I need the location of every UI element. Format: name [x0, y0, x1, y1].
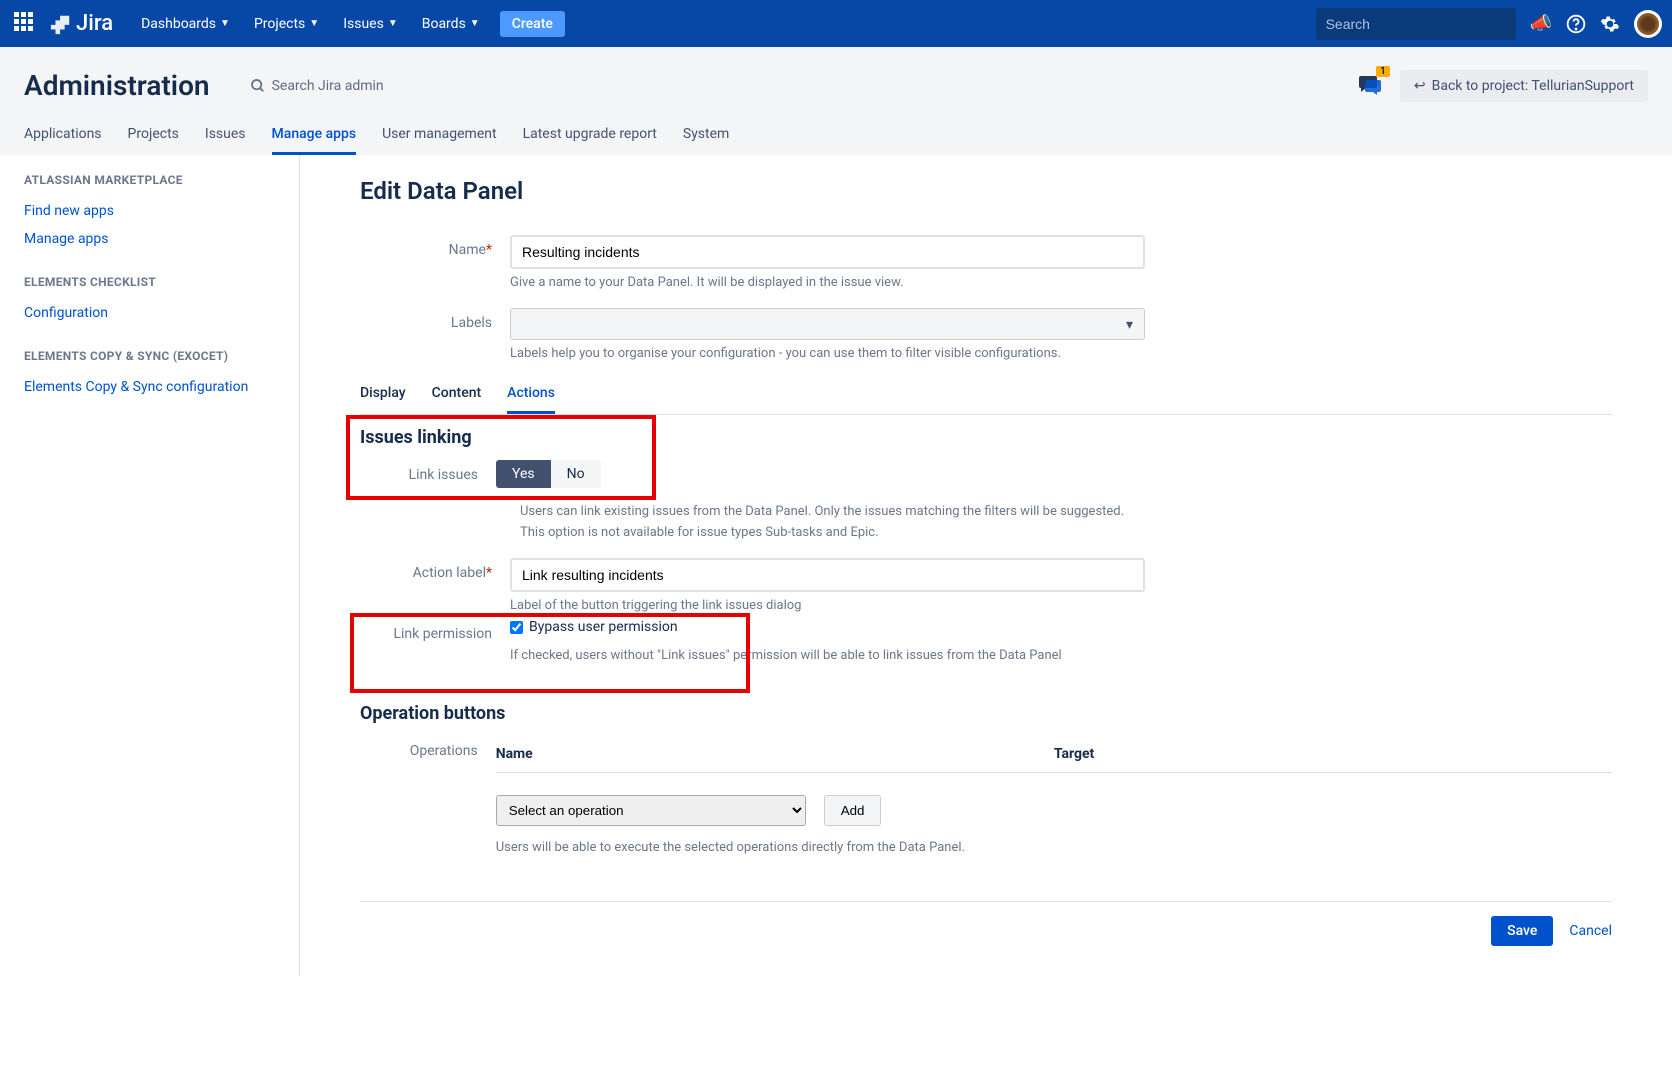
add-operation-button[interactable]: Add	[824, 795, 882, 826]
sidebar-section-copy-sync: ELEMENTS COPY & SYNC (EXOCET)	[24, 349, 275, 363]
inner-tab-actions[interactable]: Actions	[507, 379, 555, 414]
back-to-project-link[interactable]: ↩ Back to project: TellurianSupport	[1400, 70, 1648, 102]
sidebar-find-new-apps[interactable]: Find new apps	[24, 197, 275, 225]
name-input[interactable]	[510, 235, 1145, 269]
col-name: Name	[496, 736, 1054, 773]
nav-boards[interactable]: Boards▼	[412, 10, 490, 38]
chevron-down-icon: ▼	[470, 18, 480, 29]
admin-search-text: Search Jira admin	[272, 78, 384, 94]
sidebar-copy-sync-config[interactable]: Elements Copy & Sync configuration	[24, 373, 275, 401]
highlight-issues-linking: Issues linking Link issues Yes No	[346, 415, 656, 500]
inner-tabs: Display Content Actions	[360, 379, 1612, 415]
settings-icon[interactable]	[1600, 14, 1620, 34]
back-link-text: Back to project: TellurianSupport	[1432, 78, 1634, 94]
link-issues-yes[interactable]: Yes	[496, 460, 551, 488]
bypass-permission-text: Bypass user permission	[529, 619, 678, 635]
main: ATLASSIAN MARKETPLACE Find new apps Mana…	[0, 155, 1672, 976]
sidebar-manage-apps[interactable]: Manage apps	[24, 225, 275, 253]
name-label: Name*	[360, 235, 510, 258]
tab-user-management[interactable]: User management	[382, 126, 496, 155]
help-icon[interactable]	[1566, 14, 1586, 34]
name-hint: Give a name to your Data Panel. It will …	[510, 275, 1145, 290]
nav-items: Dashboards▼ Projects▼ Issues▼ Boards▼ Cr…	[131, 10, 1315, 38]
jira-icon	[50, 13, 72, 35]
save-button[interactable]: Save	[1491, 916, 1553, 946]
inner-tab-display[interactable]: Display	[360, 379, 406, 414]
tab-projects[interactable]: Projects	[128, 126, 179, 155]
chevron-down-icon: ▼	[220, 18, 230, 29]
tab-applications[interactable]: Applications	[24, 126, 102, 155]
chevron-down-icon: ▼	[309, 18, 319, 29]
inner-tab-content[interactable]: Content	[432, 379, 482, 414]
jira-logo[interactable]: Jira	[50, 11, 113, 36]
content: Edit Data Panel Name* Give a name to you…	[300, 155, 1672, 976]
nav-right: 📣	[1316, 8, 1662, 40]
tab-manage-apps[interactable]: Manage apps	[272, 126, 357, 155]
bypass-permission-checkbox[interactable]	[510, 621, 523, 634]
admin-tabs: Applications Projects Issues Manage apps…	[24, 126, 1648, 155]
nav-projects[interactable]: Projects▼	[244, 10, 329, 38]
link-issues-label: Link issues	[360, 460, 496, 483]
link-issues-hint2: This option is not available for issue t…	[520, 525, 1155, 540]
sidebar: ATLASSIAN MARKETPLACE Find new apps Mana…	[0, 155, 300, 976]
action-label-input[interactable]	[510, 558, 1145, 592]
logo-text: Jira	[76, 11, 113, 36]
col-target: Target	[1054, 736, 1612, 773]
user-avatar[interactable]	[1634, 10, 1662, 38]
sidebar-section-checklist: ELEMENTS CHECKLIST	[24, 275, 275, 289]
tab-issues[interactable]: Issues	[205, 126, 246, 155]
feedback-badge: 1	[1376, 66, 1390, 77]
megaphone-icon[interactable]: 📣	[1530, 13, 1552, 34]
page-title: Edit Data Panel	[360, 177, 1612, 205]
feedback-icon[interactable]: 1	[1358, 72, 1382, 100]
labels-label: Labels	[360, 308, 510, 331]
tab-latest-upgrade[interactable]: Latest upgrade report	[523, 126, 657, 155]
link-issues-toggle: Yes No	[496, 460, 601, 488]
search-icon	[250, 78, 266, 94]
create-button[interactable]: Create	[500, 11, 565, 37]
back-arrow-icon: ↩	[1414, 78, 1426, 94]
action-label-hint: Label of the button triggering the link …	[510, 598, 1145, 613]
admin-header: Administration Search Jira admin 1 ↩ Bac…	[0, 47, 1672, 155]
global-search[interactable]	[1316, 8, 1516, 40]
issues-linking-heading: Issues linking	[360, 427, 642, 448]
nav-dashboards[interactable]: Dashboards▼	[131, 10, 240, 38]
sidebar-section-marketplace: ATLASSIAN MARKETPLACE	[24, 173, 275, 187]
link-permission-hint: If checked, users without "Link issues" …	[510, 648, 1145, 663]
link-issues-no[interactable]: No	[551, 460, 601, 488]
operations-label: Operations	[360, 736, 496, 759]
labels-select[interactable]	[510, 308, 1145, 340]
admin-title: Administration	[24, 69, 210, 102]
sidebar-configuration[interactable]: Configuration	[24, 299, 275, 327]
operations-hint: Users will be able to execute the select…	[496, 840, 1131, 855]
operation-buttons-heading: Operation buttons	[360, 703, 1612, 724]
operation-select[interactable]: Select an operation	[496, 795, 806, 826]
action-label-label: Action label*	[360, 558, 510, 581]
chevron-down-icon: ▼	[388, 18, 398, 29]
search-input[interactable]	[1326, 16, 1507, 32]
link-issues-hint1: Users can link existing issues from the …	[520, 504, 1155, 519]
link-permission-label: Link permission	[360, 619, 510, 642]
admin-search[interactable]: Search Jira admin	[250, 78, 384, 94]
top-nav: Jira Dashboards▼ Projects▼ Issues▼ Board…	[0, 0, 1672, 47]
nav-issues[interactable]: Issues▼	[333, 10, 408, 38]
footer: Save Cancel	[360, 901, 1612, 946]
cancel-link[interactable]: Cancel	[1569, 923, 1612, 939]
app-switcher-icon[interactable]	[14, 12, 38, 36]
labels-hint: Labels help you to organise your configu…	[510, 346, 1145, 361]
tab-system[interactable]: System	[683, 126, 729, 155]
